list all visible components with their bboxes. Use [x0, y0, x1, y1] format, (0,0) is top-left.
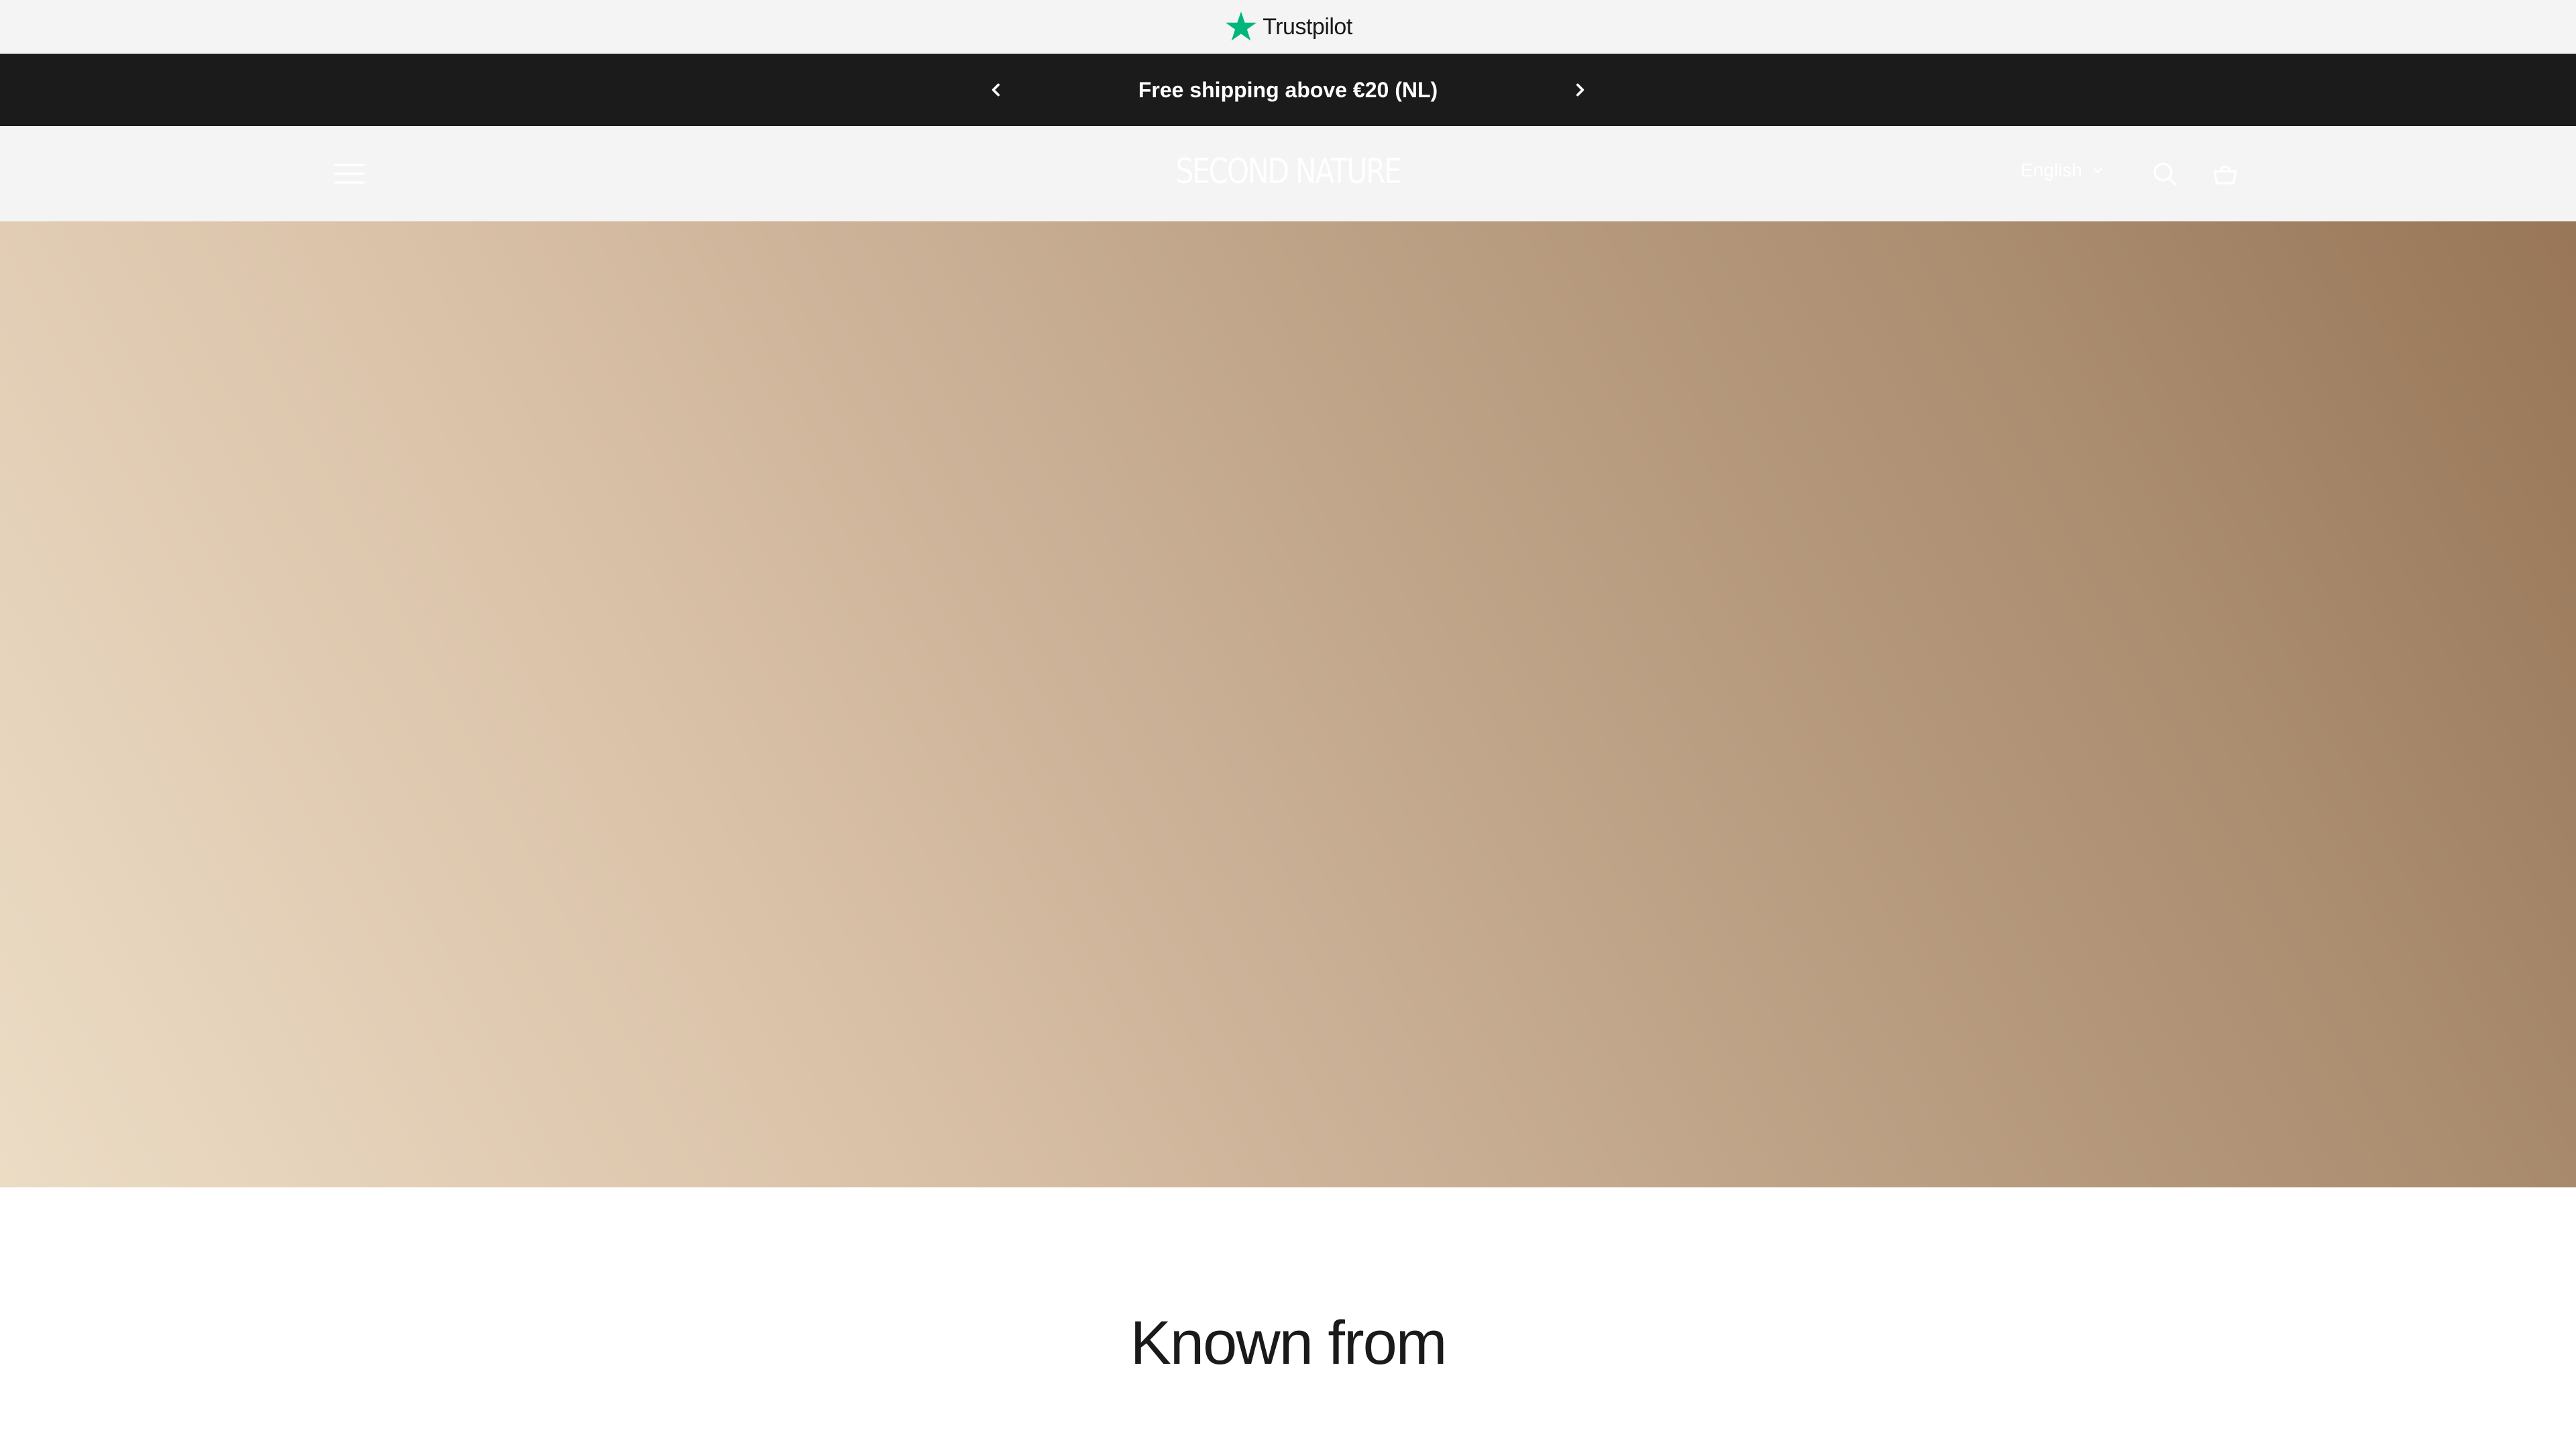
- language-selector[interactable]: English: [2021, 160, 2104, 181]
- announcement-text: Free shipping above €20 (NL): [1138, 77, 1438, 102]
- cart-icon: [2211, 160, 2239, 188]
- announcement-carousel: Free shipping above €20 (NL): [976, 70, 1600, 110]
- cart-button[interactable]: [2207, 156, 2243, 192]
- star-icon: [1224, 9, 1258, 44]
- announcement-bar: Free shipping above €20 (NL): [0, 54, 2576, 126]
- trustpilot-bar: Trustpilot: [0, 0, 2576, 54]
- announcement-next-button[interactable]: [1560, 70, 1600, 110]
- trustpilot-label: Trustpilot: [1263, 13, 1352, 40]
- language-label: English: [2021, 160, 2082, 180]
- known-from-section: Known from: [0, 1187, 2576, 1449]
- chevron-left-icon: [987, 81, 1005, 99]
- trustpilot-widget[interactable]: Trustpilot: [1224, 9, 1352, 44]
- search-icon: [2151, 160, 2179, 188]
- chevron-down-icon: [2092, 164, 2104, 176]
- announcement-prev-button[interactable]: [976, 70, 1016, 110]
- hero-banner[interactable]: [0, 221, 2576, 1187]
- site-header: SECOND NATURE English: [0, 126, 2576, 221]
- search-button[interactable]: [2147, 156, 2183, 192]
- known-from-title: Known from: [1130, 1309, 1448, 1377]
- chevron-right-icon: [1571, 81, 1589, 99]
